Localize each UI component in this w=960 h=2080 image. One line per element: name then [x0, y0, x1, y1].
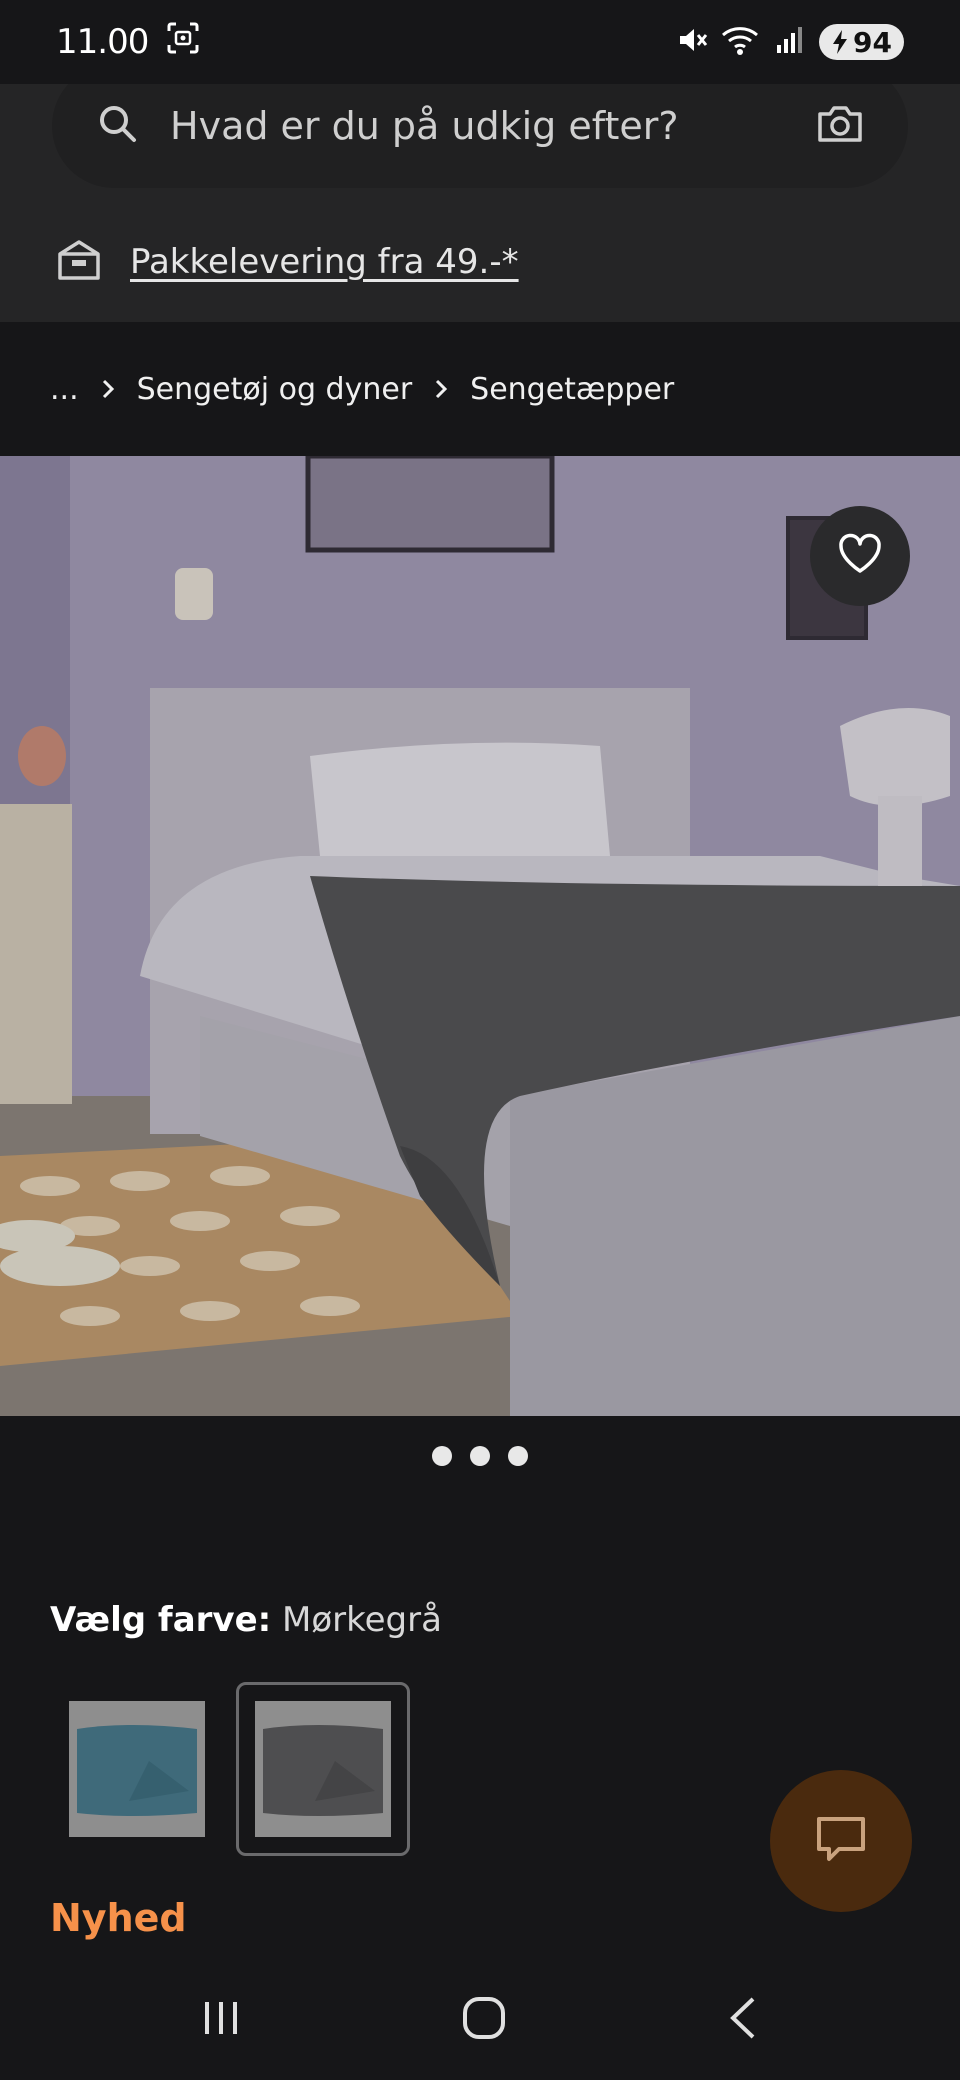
recent-apps-button[interactable]: [199, 1996, 243, 2044]
wifi-icon: [721, 23, 761, 61]
chevron-right-icon: [101, 378, 115, 400]
carousel-dot[interactable]: [470, 1446, 490, 1466]
camera-icon[interactable]: [816, 102, 864, 150]
search-placeholder: Hvad er du på udkig efter?: [170, 104, 679, 148]
breadcrumb-item-bedding[interactable]: Sengetøj og dyner: [137, 372, 413, 407]
search-icon: [96, 102, 140, 150]
breadcrumb-ellipsis[interactable]: ...: [50, 372, 79, 407]
color-selection-label: Vælg farve: Mørkegrå: [50, 1600, 442, 1640]
swatch-image: [255, 1701, 391, 1837]
delivery-banner: Pakkelevering fra 49.-*: [0, 202, 960, 322]
carousel-indicator: [0, 1446, 960, 1466]
carousel-dot[interactable]: [432, 1446, 452, 1466]
heart-icon: [837, 533, 883, 579]
battery-indicator: 94: [819, 24, 904, 60]
product-image[interactable]: [0, 456, 960, 1416]
status-time: 11.00: [56, 22, 149, 62]
color-swatch-blue[interactable]: [50, 1682, 224, 1856]
color-label-title: Vælg farve:: [50, 1600, 272, 1640]
screenshot-icon: [166, 21, 200, 64]
chevron-right-icon: [434, 378, 448, 400]
home-button[interactable]: [461, 1995, 507, 2045]
selected-color-name: Mørkegrå: [282, 1600, 442, 1640]
chat-button[interactable]: [770, 1770, 912, 1912]
mute-icon: [675, 23, 709, 61]
system-nav-bar: [0, 1960, 960, 2080]
breadcrumb: ... Sengetøj og dyner Sengetæpper: [0, 322, 960, 456]
delivery-link[interactable]: Pakkelevering fra 49.-*: [130, 242, 519, 282]
new-badge: Nyhed: [50, 1896, 187, 1940]
charging-icon: [833, 30, 848, 54]
color-swatches: [50, 1682, 410, 1856]
chat-icon: [815, 1815, 867, 1867]
bedroom-photo: [0, 456, 960, 1416]
swatch-image: [69, 1701, 205, 1837]
color-swatch-dark-grey[interactable]: [236, 1682, 410, 1856]
search-area: Hvad er du på udkig efter?: [0, 64, 960, 202]
breadcrumb-item-bedspreads[interactable]: Sengetæpper: [470, 372, 674, 407]
store-icon: [56, 238, 102, 286]
back-button[interactable]: [725, 1995, 761, 2045]
status-bar: 11.00 94: [0, 0, 960, 84]
signal-icon: [773, 23, 807, 61]
carousel-dot[interactable]: [508, 1446, 528, 1466]
battery-level: 94: [853, 25, 892, 59]
favorite-button[interactable]: [810, 506, 910, 606]
